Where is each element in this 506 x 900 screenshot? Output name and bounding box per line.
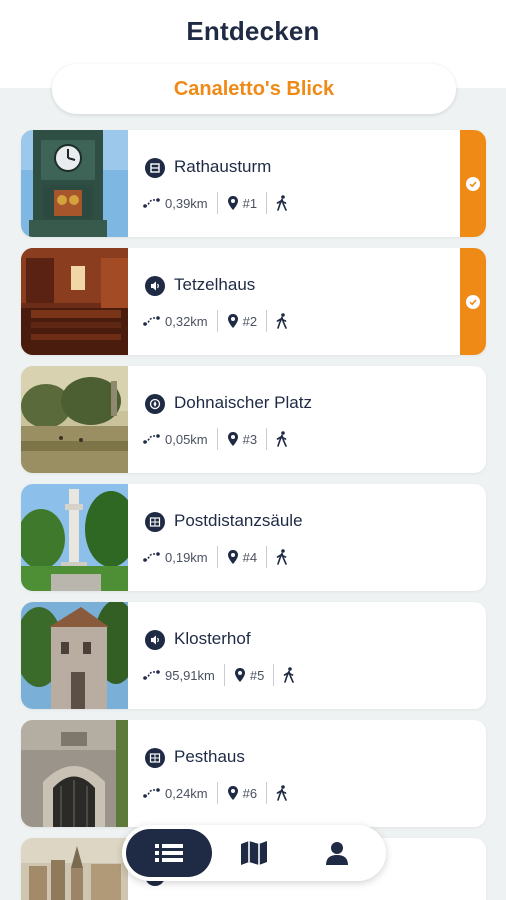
station-distance: 0,24km	[165, 785, 208, 801]
station-meta: 0,19km #4	[143, 546, 288, 568]
station-distance: 0,19km	[165, 549, 208, 565]
station-meta: 95,91km #5	[143, 664, 295, 686]
walking-icon	[284, 667, 295, 683]
page-title: Entdecken	[186, 16, 320, 46]
station-title: Tetzelhaus	[174, 275, 256, 294]
station-distance: 0,32km	[165, 313, 208, 329]
map-icon	[241, 841, 267, 865]
walking-icon	[276, 785, 287, 801]
nav-profile-button[interactable]	[302, 829, 372, 877]
station-number: #2	[242, 313, 258, 329]
list-icon	[155, 844, 183, 862]
station-title: Rathausturm	[174, 157, 272, 176]
station-number: #3	[242, 431, 258, 447]
route-icon	[143, 670, 160, 680]
bottom-navigation	[122, 825, 386, 881]
audio-icon	[145, 630, 165, 650]
station-meta: 0,32km #2	[143, 310, 288, 332]
nav-map-button[interactable]	[219, 829, 289, 877]
check-icon	[466, 176, 480, 191]
station-image	[21, 838, 128, 900]
station-card-klosterhof[interactable]: Klosterhof 95,91km #5	[21, 602, 486, 709]
route-icon	[143, 198, 160, 208]
route-icon	[143, 552, 160, 562]
walking-icon	[276, 313, 287, 329]
building-icon	[145, 158, 165, 178]
station-meta: 0,24km #6	[143, 782, 288, 804]
route-icon	[143, 316, 160, 326]
map-pin-icon	[227, 786, 238, 800]
station-number: #5	[249, 667, 265, 683]
station-image	[21, 484, 128, 591]
walking-icon	[276, 195, 287, 211]
gallery-icon	[145, 512, 165, 532]
station-card-pesthaus[interactable]: Pesthaus 0,24km #6	[21, 720, 486, 827]
station-meta: 0,05km #3	[143, 428, 288, 450]
station-image	[21, 130, 128, 237]
route-icon	[143, 434, 160, 444]
map-pin-icon	[227, 314, 238, 328]
gallery-icon	[145, 748, 165, 768]
station-card-postdistanzsaeule[interactable]: Postdistanzsäule 0,19km #4	[21, 484, 486, 591]
tour-name-pill[interactable]: Canaletto's Blick	[52, 64, 456, 114]
profile-icon	[326, 842, 348, 865]
station-card-dohnaischer-platz[interactable]: Dohnaischer Platz 0,05km #3	[21, 366, 486, 473]
route-icon	[143, 788, 160, 798]
app-header: Entdecken	[0, 0, 506, 64]
station-title: Klosterhof	[174, 629, 251, 648]
station-distance: 95,91km	[165, 667, 215, 683]
station-image	[21, 602, 128, 709]
check-icon	[466, 294, 480, 309]
station-number: #1	[242, 195, 258, 211]
station-meta: 0,39km #1	[143, 192, 288, 214]
station-title: Pesthaus	[174, 747, 245, 766]
station-card-rathausturm[interactable]: Rathausturm 0,39km #1	[21, 130, 486, 237]
audio-icon	[145, 276, 165, 296]
station-number: #6	[242, 785, 258, 801]
map-pin-icon	[227, 550, 238, 564]
station-card-tetzelhaus[interactable]: Tetzelhaus 0,32km #2	[21, 248, 486, 355]
tour-name: Canaletto's Blick	[173, 77, 335, 100]
map-pin-icon	[227, 196, 238, 210]
station-image	[21, 248, 128, 355]
station-title: Dohnaischer Platz	[174, 393, 312, 412]
visited-indicator	[460, 130, 486, 237]
station-distance: 0,05km	[165, 431, 208, 447]
walking-icon	[276, 431, 287, 447]
station-number: #4	[242, 549, 258, 565]
station-title: Postdistanzsäule	[174, 511, 303, 530]
map-pin-icon	[234, 668, 245, 682]
station-image	[21, 720, 128, 827]
compass-icon	[145, 394, 165, 414]
station-distance: 0,39km	[165, 195, 208, 211]
visited-indicator	[460, 248, 486, 355]
nav-list-button[interactable]	[126, 829, 212, 877]
walking-icon	[276, 549, 287, 565]
map-pin-icon	[227, 432, 238, 446]
station-image	[21, 366, 128, 473]
